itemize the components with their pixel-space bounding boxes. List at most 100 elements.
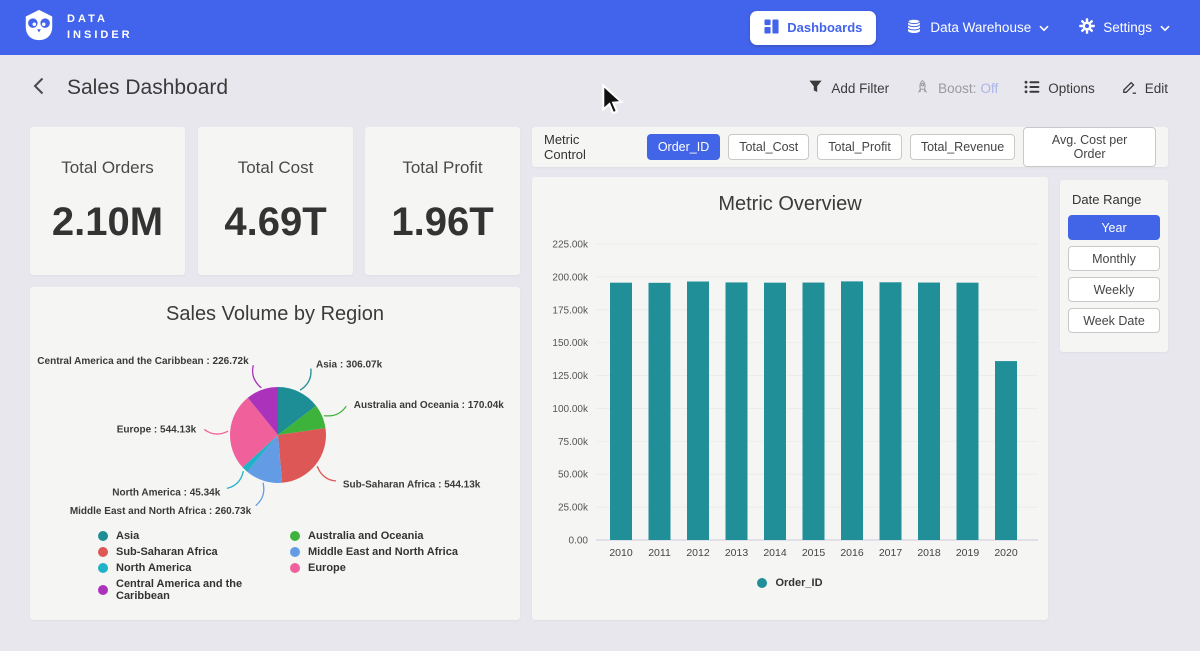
legend-dot xyxy=(98,585,108,595)
bar-2015[interactable] xyxy=(803,283,825,540)
gear-icon xyxy=(1079,18,1095,37)
add-filter-button[interactable]: Add Filter xyxy=(808,79,889,97)
nav-dashboards-label: Dashboards xyxy=(787,20,862,35)
chevron-down-icon xyxy=(1160,20,1170,35)
brand-text-line2: INSIDER xyxy=(67,28,133,44)
bar-chart-title: Metric Overview xyxy=(532,177,1048,216)
legend-item-sub-saharan-africa[interactable]: Sub-Saharan Africa xyxy=(98,546,290,558)
owl-logo-icon xyxy=(22,8,56,47)
legend-label: Middle East and North Africa xyxy=(308,546,458,558)
bar-2019[interactable] xyxy=(957,283,979,540)
metric-control-label: Metric Control xyxy=(544,132,625,162)
bar-legend: Order_ID xyxy=(532,577,1048,589)
kpi-card-total-cost: Total Cost 4.69T xyxy=(198,127,353,275)
y-tick-label: 175.00k xyxy=(552,305,589,316)
y-tick-label: 0.00 xyxy=(569,536,589,547)
kpi-label: Total Cost xyxy=(238,158,314,178)
x-tick-label: 2015 xyxy=(802,547,826,559)
y-tick-label: 225.00k xyxy=(552,240,589,251)
kpi-value: 1.96T xyxy=(391,200,493,245)
edit-label: Edit xyxy=(1145,81,1168,96)
chevron-down-icon xyxy=(1039,20,1049,35)
rocket-icon xyxy=(915,79,930,98)
boost-label: Boost: xyxy=(938,81,976,96)
legend-label: Central America and the Caribbean xyxy=(116,578,290,602)
bar-2020[interactable] xyxy=(995,361,1017,540)
options-label: Options xyxy=(1048,81,1095,96)
options-list-icon xyxy=(1024,79,1040,98)
boost-toggle[interactable]: Boost: Off xyxy=(915,79,998,98)
x-tick-label: 2012 xyxy=(686,547,710,559)
date-range-year[interactable]: Year xyxy=(1068,215,1160,240)
legend-label: Australia and Oceania xyxy=(308,530,424,542)
metric-button-total-profit[interactable]: Total_Profit xyxy=(817,134,902,160)
kpi-value: 2.10M xyxy=(52,200,163,245)
legend-item-europe[interactable]: Europe xyxy=(290,562,458,574)
date-range-monthly[interactable]: Monthly xyxy=(1068,246,1160,271)
legend-dot xyxy=(98,563,108,573)
x-tick-label: 2016 xyxy=(840,547,864,559)
nav-data-warehouse[interactable]: Data Warehouse xyxy=(906,18,1049,37)
y-tick-label: 75.00k xyxy=(558,437,589,448)
date-range-panel: Date Range Year Monthly Weekly Week Date xyxy=(1060,180,1168,352)
legend-item-asia[interactable]: Asia xyxy=(98,530,290,542)
x-tick-label: 2020 xyxy=(994,547,1018,559)
bar-2011[interactable] xyxy=(649,283,671,540)
filter-funnel-icon xyxy=(808,79,823,97)
edit-button[interactable]: Edit xyxy=(1121,78,1168,98)
pie-chart-card: Sales Volume by Region Asia : 306.07kAus… xyxy=(30,287,520,620)
bar-2013[interactable] xyxy=(726,282,748,540)
legend-dot xyxy=(757,578,767,588)
bar-2014[interactable] xyxy=(764,283,786,540)
bar-2012[interactable] xyxy=(687,281,709,540)
legend-item-north-america[interactable]: North America xyxy=(98,562,290,574)
kpi-card-total-orders: Total Orders 2.10M xyxy=(30,127,185,275)
pie-label-asia: Asia : 306.07k xyxy=(316,360,383,371)
legend-dot xyxy=(290,563,300,573)
pie-slice-sub-saharan-africa[interactable] xyxy=(278,428,326,483)
metric-button-order-id[interactable]: Order_ID xyxy=(647,134,720,160)
pie-legend: Asia Australia and Oceania Sub-Saharan Afr… xyxy=(98,530,458,602)
metric-control-bar: Metric Control Order_ID Total_Cost Total… xyxy=(532,127,1168,167)
dashboards-grid-icon xyxy=(764,19,779,37)
legend-item-middle-east-and-north-africa[interactable]: Middle East and North Africa xyxy=(290,546,458,558)
bar-2016[interactable] xyxy=(841,281,863,540)
brand-logo[interactable]: DATA INSIDER xyxy=(22,8,133,47)
x-tick-label: 2011 xyxy=(648,547,671,559)
y-tick-label: 200.00k xyxy=(552,272,589,283)
y-tick-label: 100.00k xyxy=(552,404,589,415)
pie-label-middle-east-and-north-africa: Middle East and North Africa : 260.73k xyxy=(70,506,252,517)
kpi-value: 4.69T xyxy=(224,200,326,245)
legend-item-australia-and-oceania[interactable]: Australia and Oceania xyxy=(290,530,458,542)
x-tick-label: 2014 xyxy=(763,547,787,559)
nav-dashboards-button[interactable]: Dashboards xyxy=(750,11,876,45)
pie-label-australia-and-oceania: Australia and Oceania : 170.04k xyxy=(354,400,505,411)
y-tick-label: 25.00k xyxy=(558,503,589,514)
legend-item-central-america-and-the-caribbean[interactable]: Central America and the Caribbean xyxy=(98,578,290,602)
metric-button-total-cost[interactable]: Total_Cost xyxy=(728,134,809,160)
bar-2017[interactable] xyxy=(880,282,902,540)
top-navigation-bar: DATA INSIDER Dashboards Da xyxy=(0,0,1200,55)
kpi-label: Total Orders xyxy=(61,158,154,178)
y-tick-label: 125.00k xyxy=(552,371,589,382)
back-button[interactable] xyxy=(32,76,45,101)
x-tick-label: 2013 xyxy=(725,547,749,559)
kpi-label: Total Profit xyxy=(402,158,482,178)
bar-2010[interactable] xyxy=(610,283,632,540)
legend-dot xyxy=(290,547,300,557)
boost-state: Off xyxy=(980,81,998,96)
options-button[interactable]: Options xyxy=(1024,79,1095,98)
metric-button-avg-cost[interactable]: Avg. Cost per Order xyxy=(1023,127,1156,167)
legend-label: Europe xyxy=(308,562,346,574)
date-range-weekly[interactable]: Weekly xyxy=(1068,277,1160,302)
metric-button-total-revenue[interactable]: Total_Revenue xyxy=(910,134,1015,160)
date-range-week-date[interactable]: Week Date xyxy=(1068,308,1160,333)
legend-label: Order_ID xyxy=(775,577,822,589)
pie-label-europe: Europe : 544.13k xyxy=(117,425,197,436)
bar-legend-item-order-id[interactable]: Order_ID xyxy=(757,577,822,589)
bar-2018[interactable] xyxy=(918,283,940,540)
pie-label-sub-saharan-africa: Sub-Saharan Africa : 544.13k xyxy=(343,480,481,491)
pie-label-central-america-and-the-caribbean: Central America and the Caribbean : 226.… xyxy=(37,356,249,367)
bar-chart-card: Metric Overview 0.0025.00k50.00k75.00k10… xyxy=(532,177,1048,620)
nav-settings[interactable]: Settings xyxy=(1079,18,1170,37)
